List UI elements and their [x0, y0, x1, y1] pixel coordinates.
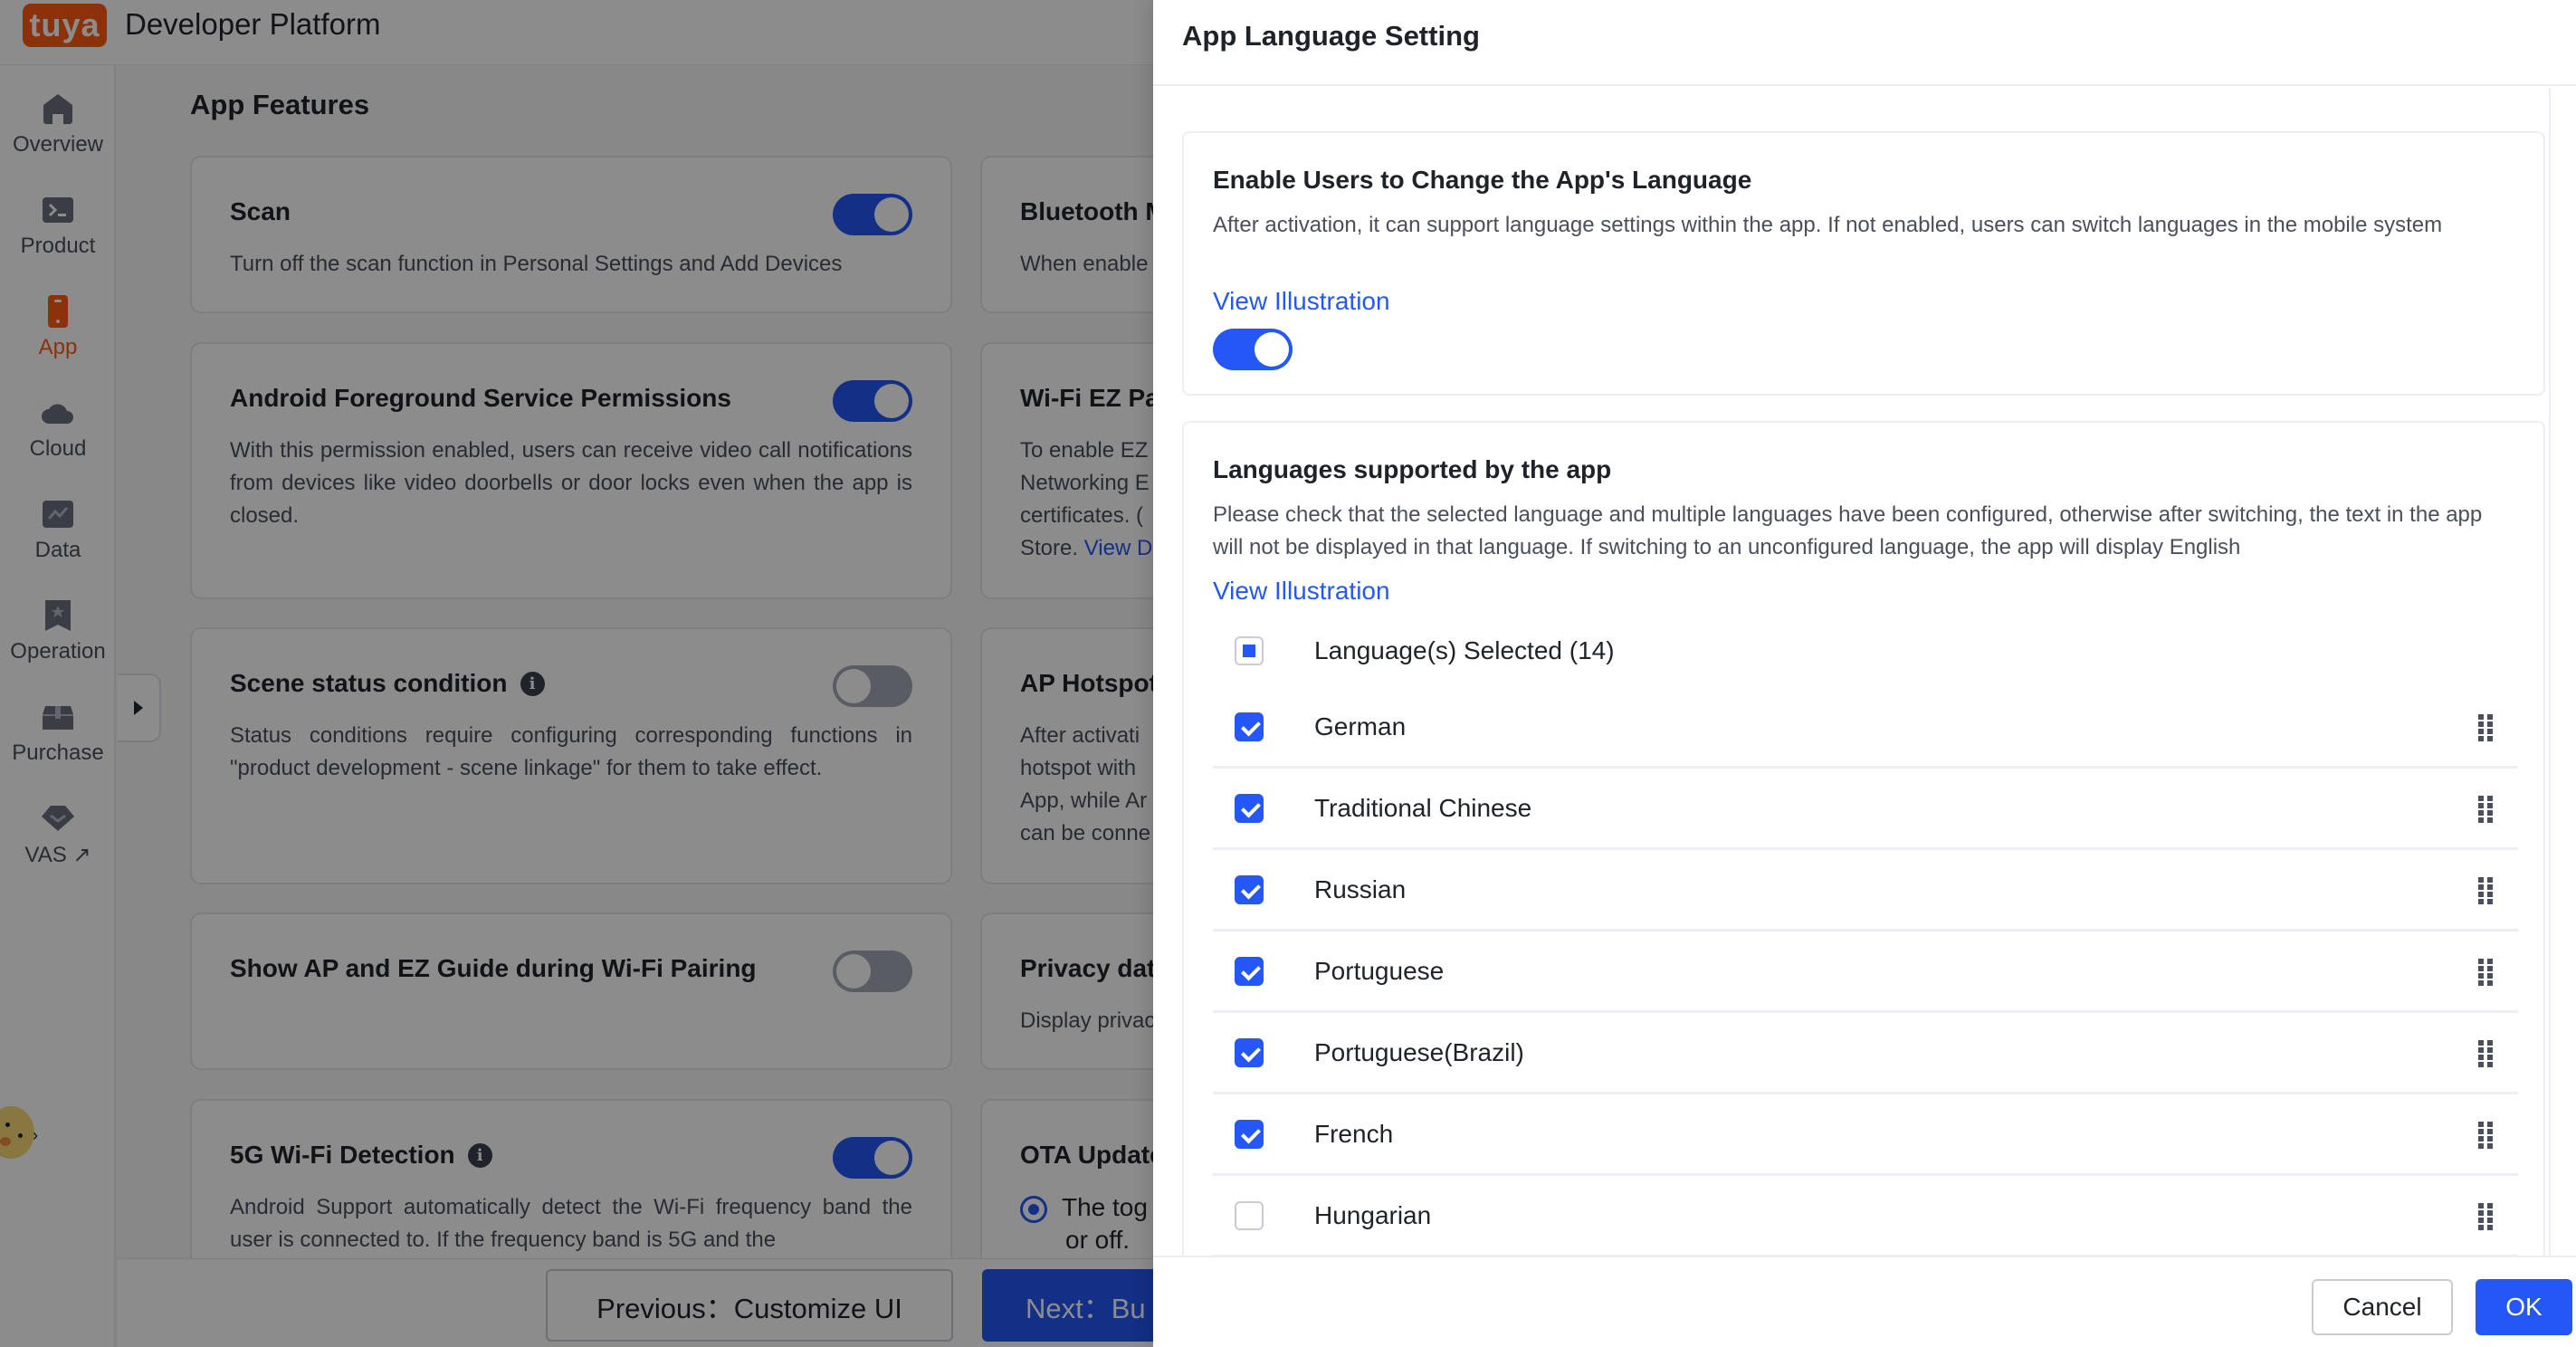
language-name: Hungarian — [1314, 1200, 1432, 1229]
language-name: Portuguese(Brazil) — [1314, 1037, 1524, 1066]
enable-language-change-section: Enable Users to Change the App's Languag… — [1182, 131, 2545, 396]
language-row[interactable]: Traditional Chinese — [1213, 769, 2518, 850]
language-row[interactable]: Portuguese(Brazil) — [1213, 1013, 2518, 1094]
drawer-scrollbar[interactable] — [2549, 88, 2576, 1256]
language-row[interactable]: Russian — [1213, 850, 2518, 931]
language-name: German — [1314, 712, 1407, 740]
language-name: Traditional Chinese — [1314, 793, 1532, 822]
app-language-drawer: App Language Setting Enable Users to Cha… — [1153, 0, 2576, 1347]
section-title: Enable Users to Change the App's Languag… — [1213, 166, 1752, 194]
language-checkbox[interactable] — [1235, 793, 1264, 823]
drag-handle-icon[interactable] — [2478, 796, 2493, 823]
drawer-body: Enable Users to Change the App's Languag… — [1153, 88, 2576, 1256]
modal-overlay[interactable] — [0, 0, 1153, 1347]
select-all-label: Language(s) Selected (14) — [1314, 636, 1615, 664]
drawer-title: App Language Setting — [1182, 20, 1480, 52]
language-name: Portuguese — [1314, 956, 1445, 985]
drag-handle-icon[interactable] — [2478, 877, 2493, 904]
drag-handle-icon[interactable] — [2478, 1122, 2493, 1149]
language-checkbox[interactable] — [1235, 712, 1264, 741]
drag-handle-icon[interactable] — [2478, 959, 2493, 986]
language-row[interactable]: Portuguese — [1213, 931, 2518, 1013]
select-all-checkbox[interactable] — [1235, 636, 1264, 665]
language-checkbox[interactable] — [1235, 874, 1264, 904]
section-title: Languages supported by the app — [1213, 455, 1612, 483]
language-row[interactable]: Hungarian — [1213, 1176, 2518, 1256]
drawer-header: App Language Setting — [1153, 0, 2576, 86]
language-checkbox[interactable] — [1235, 1200, 1264, 1230]
language-row[interactable]: German — [1213, 687, 2518, 769]
enable-language-change-toggle[interactable] — [1213, 329, 1293, 370]
language-row[interactable]: French — [1213, 1094, 2518, 1176]
language-name: Russian — [1314, 874, 1407, 903]
ok-button[interactable]: OK — [2476, 1279, 2572, 1335]
cancel-button[interactable]: Cancel — [2312, 1279, 2453, 1335]
section-description: After activation, it can support languag… — [1213, 213, 2443, 237]
language-checkbox[interactable] — [1235, 1037, 1264, 1067]
language-checkbox[interactable] — [1235, 956, 1264, 986]
drag-handle-icon[interactable] — [2478, 1040, 2493, 1067]
drag-handle-icon[interactable] — [2478, 1203, 2493, 1230]
view-illustration-link[interactable]: View Illustration — [1213, 287, 1390, 316]
language-list: German Traditional Chinese Russian Portu… — [1213, 687, 2518, 1256]
section-description: Please check that the selected language … — [1213, 502, 2483, 559]
view-illustration-link[interactable]: View Illustration — [1213, 577, 1390, 606]
select-all-languages[interactable]: Language(s) Selected (14) — [1235, 633, 1615, 669]
language-checkbox[interactable] — [1235, 1119, 1264, 1149]
language-name: French — [1314, 1119, 1394, 1148]
supported-languages-section: Languages supported by the app Please ch… — [1182, 421, 2545, 1256]
drag-handle-icon[interactable] — [2478, 714, 2493, 741]
drawer-footer: Cancel OK — [1153, 1256, 2576, 1347]
